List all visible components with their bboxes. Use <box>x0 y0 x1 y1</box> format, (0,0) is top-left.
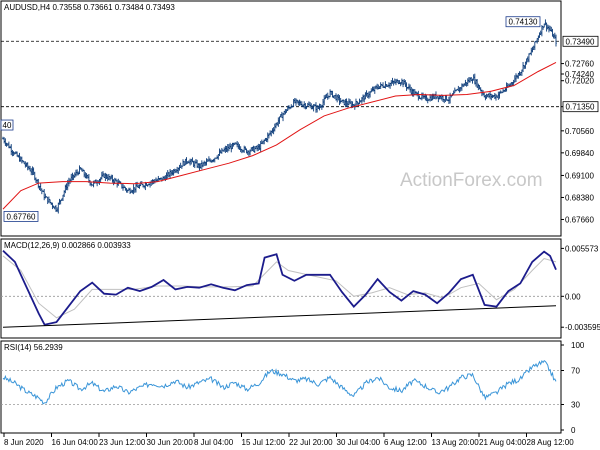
price-tick-label: 0.68380 <box>565 193 594 202</box>
time-tick-label: 8 Jul 04:00 <box>194 438 234 447</box>
price-tick-label: 0.69100 <box>565 171 594 180</box>
rsi-header: RSI(14) 56.2939 <box>4 343 63 352</box>
price-box-label: 0.74130 <box>509 18 538 27</box>
time-tick-label: 13 Aug 20:00 <box>432 438 480 447</box>
rsi-tick-label: 70 <box>571 367 580 376</box>
price-tick-label: 0.69840 <box>565 149 594 158</box>
time-tick-label: 22 Jul 20:00 <box>289 438 333 447</box>
price-box-label: 0.67760 <box>7 212 36 221</box>
macd-header: MACD(12,26,9) 0.002866 0.003933 <box>4 241 131 250</box>
time-tick-label: 6 Aug 12:00 <box>384 438 427 447</box>
price-box-label: 40 <box>3 121 12 130</box>
time-tick-label: 30 Jul 04:00 <box>337 438 381 447</box>
time-tick-label: 28 Aug 12:00 <box>527 438 575 447</box>
price-tick-label: 0.72020 <box>565 77 594 86</box>
price-tick-label: 0.67660 <box>565 215 594 224</box>
price-tick-label: 0.72760 <box>565 60 594 69</box>
price-header: AUDUSD,H4 0.73558 0.73661 0.73484 0.7349… <box>4 3 175 12</box>
watermark: ActionForex.com <box>400 170 543 191</box>
time-tick-label: 15 Jul 12:00 <box>242 438 286 447</box>
macd-tick-label: 0.00 <box>565 292 581 301</box>
time-tick-label: 21 Aug 04:00 <box>479 438 527 447</box>
macd-tick-label: -0.003595 <box>565 323 600 332</box>
rsi-tick-label: 0 <box>571 426 576 435</box>
rsi-tick-label: 30 <box>571 401 580 410</box>
level-label: 0.71350 <box>566 103 595 112</box>
time-tick-label: 16 Jun 04:00 <box>52 438 99 447</box>
time-tick-label: 23 Jun 12:00 <box>99 438 146 447</box>
rsi-tick-label: 100 <box>571 341 585 350</box>
level-label: 0.73490 <box>566 37 595 46</box>
time-tick-label: 8 Jun 2020 <box>4 438 44 447</box>
price-tick-label: 0.70560 <box>565 127 594 136</box>
time-tick-label: 30 Jun 20:00 <box>147 438 194 447</box>
forex-chart: AUDUSD,H4 0.73558 0.73661 0.73484 0.7349… <box>0 0 600 450</box>
macd-tick-label: 0.005573 <box>565 244 599 253</box>
